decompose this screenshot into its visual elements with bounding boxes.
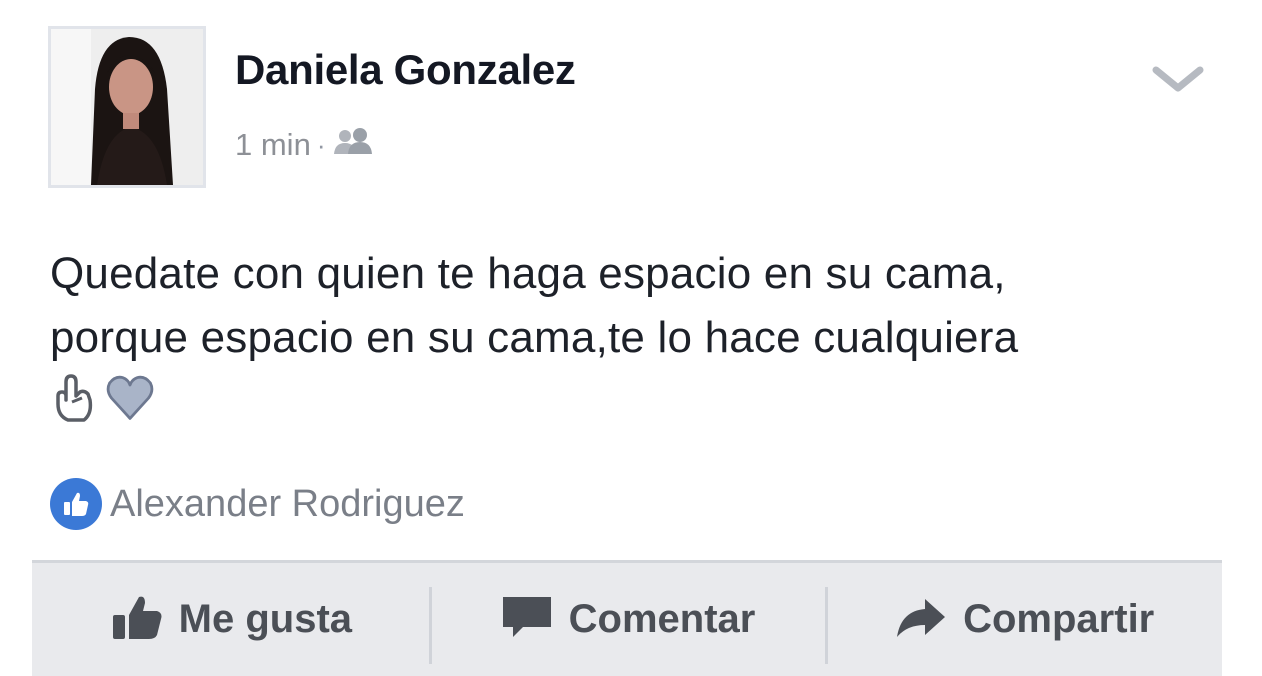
share-button-label: Compartir	[963, 597, 1155, 641]
post-text-line-2: porque espacio en su cama,te lo hace cua…	[50, 313, 1019, 362]
hand-gesture-icon	[50, 370, 102, 431]
author-name[interactable]: Daniela Gonzalez	[235, 46, 576, 94]
post-text-line-1: Quedate con quien te haga espacio en su …	[50, 249, 1006, 298]
post-card: Daniela Gonzalez 1 min · Quedate con qui…	[32, 24, 1222, 676]
timestamp[interactable]: 1 min	[235, 127, 311, 163]
like-button[interactable]: Me gusta	[32, 563, 429, 676]
heart-icon	[104, 370, 156, 431]
avatar[interactable]	[48, 26, 206, 188]
post-emojis	[50, 370, 156, 431]
like-badge-icon	[50, 478, 102, 530]
share-arrow-icon	[893, 591, 949, 648]
thumbs-up-icon	[109, 591, 165, 648]
share-button[interactable]: Compartir	[825, 563, 1222, 676]
friends-icon[interactable]	[331, 126, 375, 164]
chevron-down-icon[interactable]	[1150, 58, 1206, 98]
like-button-label: Me gusta	[178, 597, 353, 641]
comment-button-label: Comentar	[568, 597, 756, 641]
post-text: Quedate con quien te haga espacio en su …	[50, 242, 1210, 370]
action-bar: Me gusta Comentar Compartir	[32, 560, 1222, 676]
meta-separator: ·	[316, 129, 326, 160]
comment-button[interactable]: Comentar	[428, 563, 826, 676]
comment-icon	[499, 591, 555, 648]
post-meta: 1 min ·	[235, 126, 375, 164]
likes-summary[interactable]: Alexander Rodriguez	[50, 478, 465, 530]
liker-name[interactable]: Alexander Rodriguez	[110, 483, 465, 526]
profile-photo	[51, 29, 203, 185]
